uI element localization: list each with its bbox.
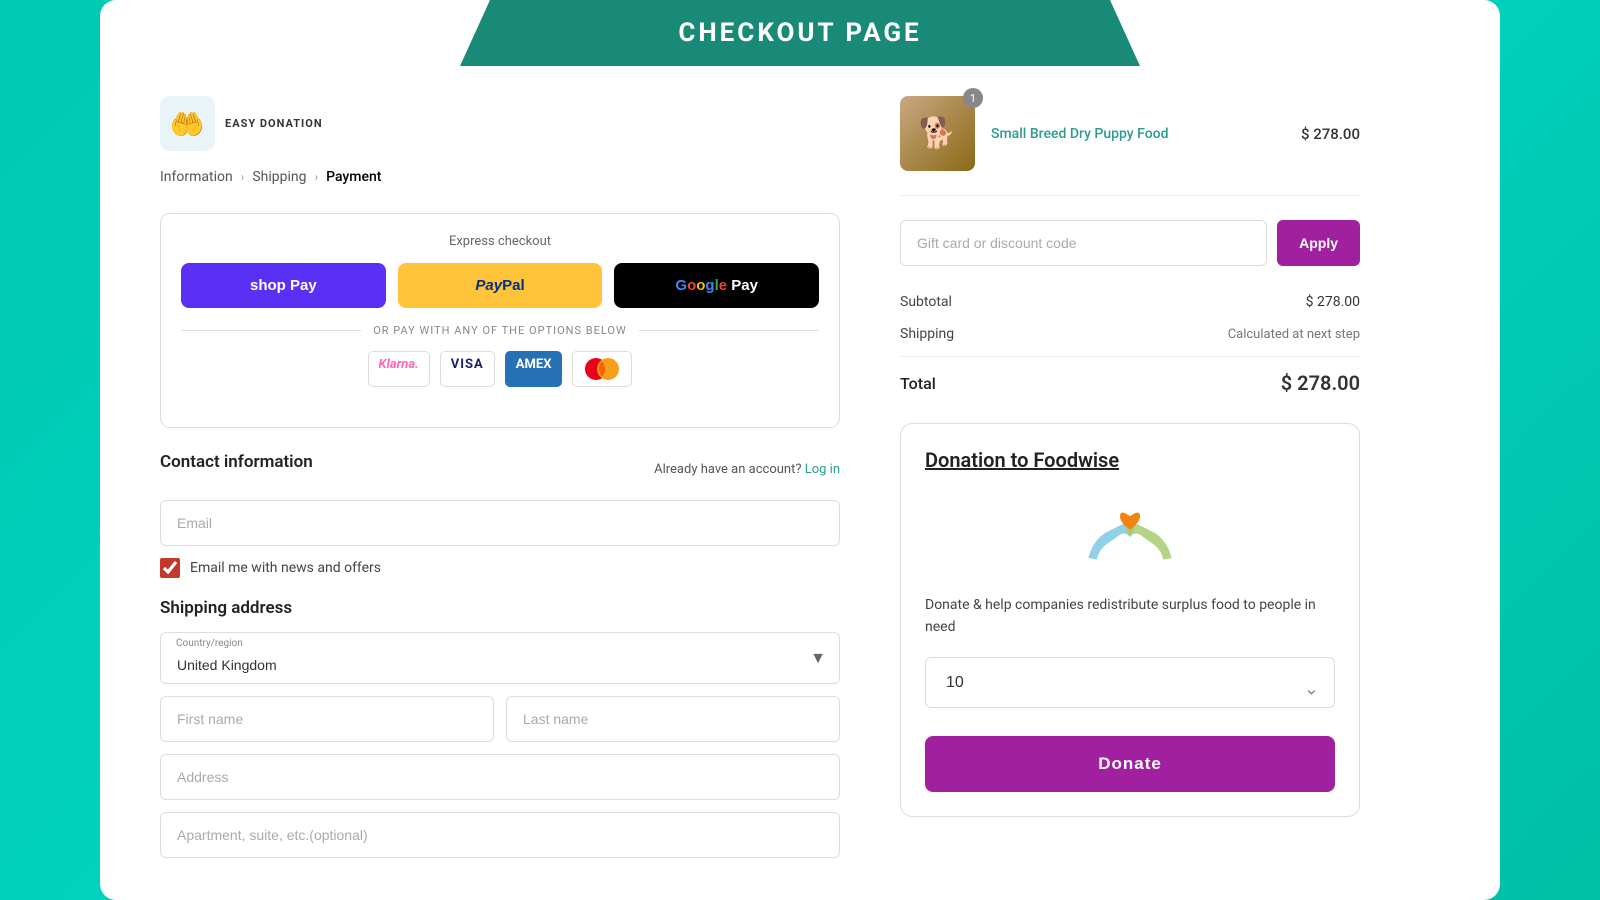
totals-section: Subtotal $ 278.00 Shipping Calculated at… <box>900 286 1360 403</box>
gpay-label: Google Pay <box>675 277 758 294</box>
visa-icon: VISA <box>440 351 495 387</box>
donation-logo-icon <box>1080 488 1180 578</box>
email-news-checkbox[interactable] <box>160 558 180 578</box>
account-prompt: Already have an account? Log in <box>654 462 840 477</box>
svg-text:🤲: 🤲 <box>170 108 205 141</box>
product-name-link[interactable]: Small Breed Dry Puppy Food <box>991 126 1285 142</box>
express-checkout-title: Express checkout <box>181 234 819 249</box>
country-select[interactable]: United Kingdom United States Canada <box>160 632 840 684</box>
or-text: OR PAY WITH ANY OF THE OPTIONS BELOW <box>373 324 627 337</box>
brand-logo: 🤲 <box>160 96 215 151</box>
first-name-input[interactable] <box>160 696 494 742</box>
breadcrumb-shipping[interactable]: Shipping <box>252 169 306 185</box>
breadcrumb-information[interactable]: Information <box>160 169 233 185</box>
address-input[interactable] <box>160 754 840 800</box>
brand-name: EASY DONATION <box>225 117 323 130</box>
page-title: CHECKOUT PAGE <box>460 18 1140 48</box>
payment-buttons-row: shop Pay PayPal Google Pay <box>181 263 819 308</box>
product-price: $ 278.00 <box>1301 125 1360 143</box>
email-input[interactable] <box>160 500 840 546</box>
breadcrumb-sep-2: › <box>315 170 319 184</box>
account-prompt-text: Already have an account? <box>654 462 801 477</box>
amex-icon: AMEX <box>505 351 563 387</box>
discount-row: Apply <box>900 220 1360 266</box>
login-link[interactable]: Log in <box>805 462 840 477</box>
payment-icons-row: Klarna. VISA AMEX <box>181 351 819 387</box>
last-name-input[interactable] <box>506 696 840 742</box>
product-image: 🐕 <box>900 96 975 171</box>
shipping-value: Calculated at next step <box>1228 327 1360 342</box>
apply-button[interactable]: Apply <box>1277 220 1360 266</box>
donation-title: Donation to Foodwise <box>925 448 1335 472</box>
donation-description: Donate & help companies redistribute sur… <box>925 594 1335 639</box>
apartment-input[interactable] <box>160 812 840 858</box>
header-banner: CHECKOUT PAGE <box>460 0 1140 66</box>
express-checkout-section: Express checkout shop Pay PayPal Google … <box>160 213 840 428</box>
donation-logo-wrapper <box>925 488 1335 578</box>
contact-section-header: Contact information Already have an acco… <box>160 452 840 486</box>
email-news-row: Email me with news and offers <box>160 558 840 578</box>
donation-card: Donation to Foodwise Donate & help compa… <box>900 423 1360 817</box>
gpay-button[interactable]: Google Pay <box>614 263 819 308</box>
shop-pay-button[interactable]: shop Pay <box>181 263 386 308</box>
shipping-section: Shipping address Country/region United K… <box>160 598 840 870</box>
shop-pay-label: shop Pay <box>250 277 317 294</box>
right-panel: 🐕 1 Small Breed Dry Puppy Food $ 278.00 … <box>900 96 1360 870</box>
product-item: 🐕 1 Small Breed Dry Puppy Food $ 278.00 <box>900 96 1360 196</box>
shipping-label: Shipping <box>900 326 954 342</box>
subtotal-value: $ 278.00 <box>1306 294 1360 310</box>
breadcrumb-payment[interactable]: Payment <box>326 169 381 185</box>
product-badge: 1 <box>963 88 983 108</box>
klarna-icon: Klarna. <box>368 351 430 387</box>
shipping-row: Shipping Calculated at next step <box>900 318 1360 350</box>
donation-amount-wrapper: 5 10 15 20 25 50 ⌄ <box>925 657 1335 722</box>
breadcrumb-sep-1: › <box>241 170 245 184</box>
brand: 🤲 EASY DONATION <box>160 96 840 151</box>
donate-button[interactable]: Donate <box>925 736 1335 792</box>
shipping-section-title: Shipping address <box>160 598 840 618</box>
mastercard-icon <box>572 351 632 387</box>
or-divider: OR PAY WITH ANY OF THE OPTIONS BELOW <box>181 324 819 337</box>
breadcrumb: Information › Shipping › Payment <box>160 169 840 185</box>
name-row <box>160 696 840 742</box>
contact-section-title: Contact information <box>160 452 313 472</box>
total-label: Total <box>900 374 936 393</box>
product-image-wrapper: 🐕 1 <box>900 96 975 171</box>
country-select-wrapper: Country/region United Kingdom United Sta… <box>160 632 840 684</box>
paypal-button[interactable]: PayPal <box>398 263 603 308</box>
country-label: Country/region <box>176 638 243 649</box>
subtotal-label: Subtotal <box>900 294 952 310</box>
subtotal-row: Subtotal $ 278.00 <box>900 286 1360 318</box>
paypal-label: PayPal <box>475 277 524 294</box>
left-panel: 🤲 EASY DONATION Information › Shipping ›… <box>160 96 840 870</box>
donation-amount-select[interactable]: 5 10 15 20 25 50 <box>925 657 1335 708</box>
total-value: $ 278.00 <box>1281 371 1360 395</box>
total-row: Total $ 278.00 <box>900 356 1360 403</box>
email-news-label: Email me with news and offers <box>190 560 381 576</box>
discount-input[interactable] <box>900 220 1267 266</box>
